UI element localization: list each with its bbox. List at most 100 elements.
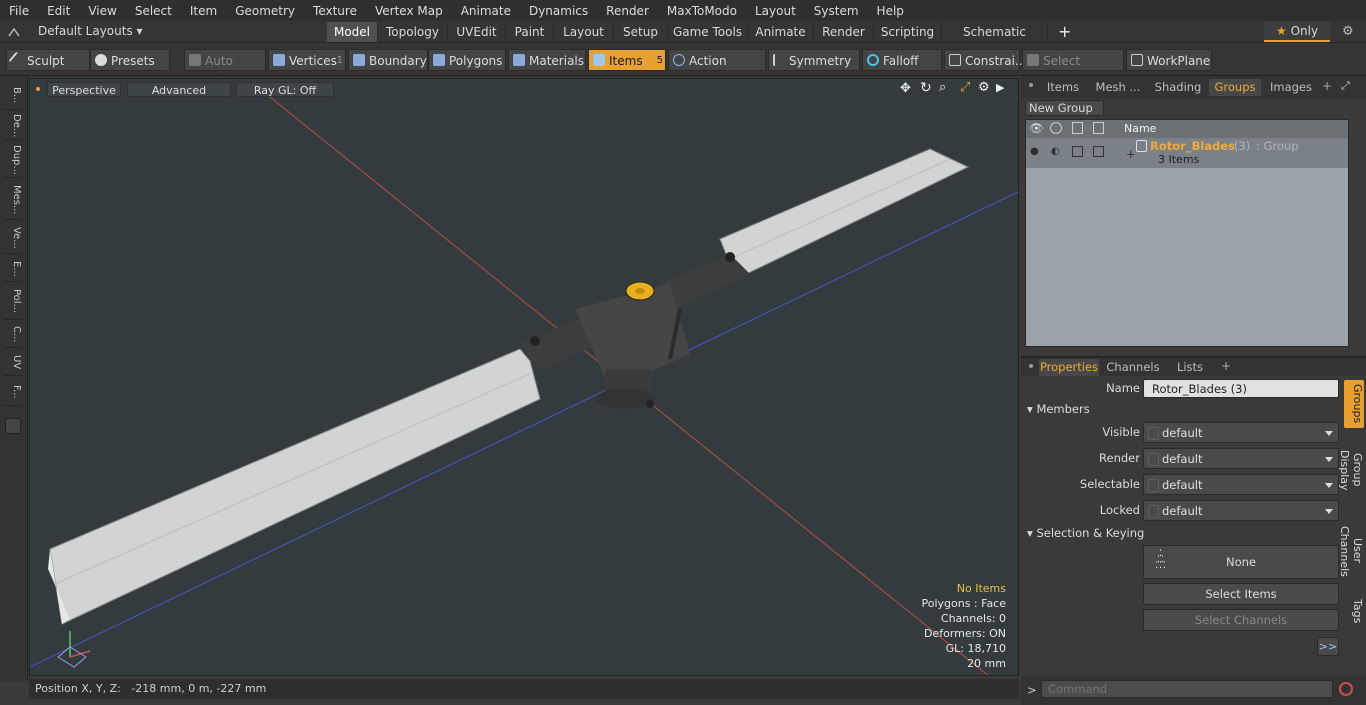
menu-view[interactable]: View [79, 4, 125, 18]
boundary-button[interactable]: Boundary [348, 49, 428, 71]
action-center-button[interactable]: Action Center [668, 49, 766, 90]
selection-keying-section[interactable]: ▾ Selection & Keying [1027, 526, 1337, 544]
menu-select[interactable]: Select [126, 4, 181, 18]
default-layouts-dropdown[interactable]: Default Layouts ▾ [38, 24, 143, 38]
maximize-view-icon[interactable]: ⤢ [960, 80, 970, 95]
menu-dynamics[interactable]: Dynamics [520, 4, 597, 18]
side-tab-user-channels[interactable]: User Channels [1338, 512, 1364, 590]
sculpt-button[interactable]: Sculpt [6, 49, 90, 71]
tab-mesh[interactable]: Mesh ... [1091, 79, 1145, 96]
tab-shading[interactable]: Shading [1151, 79, 1205, 96]
sidebar-tab-duplicate[interactable]: Dup... [4, 142, 22, 178]
menu-edit[interactable]: Edit [38, 4, 79, 18]
sidebar-tab-curve[interactable]: C... [4, 322, 22, 348]
panel-maximize-icon[interactable]: ⤢ [1341, 79, 1350, 93]
selectable-dropdown[interactable]: default [1143, 474, 1339, 495]
add-properties-tab-icon[interactable]: + [1221, 359, 1231, 373]
sidebar-tab-basic[interactable]: B... [4, 82, 22, 110]
tab-animate[interactable]: Animate [748, 22, 814, 42]
select-channels-button[interactable]: Select Channels [1143, 609, 1339, 631]
menu-file[interactable]: File [0, 4, 38, 18]
side-tab-groups[interactable]: Groups [1344, 380, 1364, 428]
raygl-toggle[interactable]: Ray GL: Off [236, 82, 334, 97]
workplane-button[interactable]: WorkPlane [1126, 49, 1212, 71]
tab-items[interactable]: Items [1041, 79, 1085, 96]
tab-groups[interactable]: Groups [1209, 79, 1261, 96]
materials-button[interactable]: Materials [508, 49, 586, 71]
viewport-expand-icon[interactable]: ▶ [996, 81, 1004, 94]
menu-help[interactable]: Help [868, 4, 913, 18]
sidebar-tab-vertex[interactable]: Ve... [4, 222, 22, 254]
sidebar-tab-edge[interactable]: E... [4, 256, 22, 282]
select-through-button[interactable]: Select Through [1022, 49, 1124, 90]
tab-render[interactable]: Render [814, 22, 874, 42]
tab-images[interactable]: Images [1267, 79, 1315, 96]
visible-dropdown[interactable]: default [1143, 422, 1339, 443]
sidebar-tab-deform[interactable]: De... [4, 112, 22, 140]
tab-uvedit[interactable]: UVEdit [448, 22, 506, 42]
tab-layout[interactable]: Layout [554, 22, 614, 42]
sidebar-tab-uv[interactable]: UV [4, 350, 22, 376]
add-panel-tab-icon[interactable]: + [1322, 79, 1332, 93]
tab-setup[interactable]: Setup [614, 22, 668, 42]
menu-texture[interactable]: Texture [304, 4, 366, 18]
side-tab-tags[interactable]: Tags [1344, 594, 1364, 628]
rotate-view-icon[interactable]: ↻ [920, 80, 932, 96]
record-icon[interactable] [1339, 682, 1353, 696]
more-button[interactable]: >> [1317, 637, 1339, 656]
menu-item[interactable]: Item [181, 4, 226, 18]
tab-schematic-fusion[interactable]: Schematic Fusion [942, 22, 1048, 59]
sidebar-tab-fusion[interactable]: F... [4, 378, 22, 406]
row-render-icon[interactable]: ◐ [1051, 146, 1060, 157]
menu-geometry[interactable]: Geometry [226, 4, 304, 18]
items-button[interactable]: Items 5 [588, 49, 666, 71]
render-dropdown[interactable]: default [1143, 448, 1339, 469]
row-visibility-icon[interactable]: ● [1030, 146, 1039, 157]
menu-layout[interactable]: Layout [746, 4, 805, 18]
move-view-icon[interactable]: ✥ [900, 81, 911, 96]
tab-properties[interactable]: Properties [1039, 359, 1099, 376]
menu-animate[interactable]: Animate [452, 4, 520, 18]
falloff-button[interactable]: Falloff [862, 49, 942, 71]
tab-paint[interactable]: Paint [506, 22, 554, 42]
members-section[interactable]: ▾ Members [1027, 402, 1337, 420]
side-tab-group-display[interactable]: Group Display [1338, 432, 1364, 508]
vertices-button[interactable]: Vertices 1 [268, 49, 346, 71]
sidebar-tab-mesh[interactable]: Mes... [4, 180, 22, 220]
panel-menu-icon[interactable] [1029, 83, 1033, 87]
sidebar-expand-icon[interactable] [5, 418, 21, 434]
constraints-button[interactable]: Constrai... [944, 49, 1026, 71]
menu-vertex-map[interactable]: Vertex Map [366, 4, 452, 18]
row-lock-icon[interactable] [1093, 146, 1104, 157]
group-row-rotor-blades[interactable]: ● ◐ + Rotor_Blades (3) : Group 3 Items [1026, 138, 1348, 168]
viewport-menu-icon[interactable] [36, 87, 40, 91]
menu-system[interactable]: System [805, 4, 868, 18]
presets-button[interactable]: Presets [90, 49, 170, 71]
tab-topology[interactable]: Topology [378, 22, 448, 42]
name-field[interactable]: Rotor_Blades (3) [1143, 379, 1339, 398]
symmetry-button[interactable]: Symmetry [768, 49, 860, 71]
add-tab-icon[interactable]: + [1058, 22, 1071, 41]
tab-lists[interactable]: Lists [1167, 359, 1213, 376]
row-select-icon[interactable] [1072, 146, 1083, 157]
expand-icon[interactable]: + [1126, 147, 1136, 161]
collapse-icon[interactable] [8, 26, 20, 37]
tab-channels[interactable]: Channels [1103, 359, 1163, 376]
viewport-settings-icon[interactable]: ⚙ [978, 80, 990, 95]
sidebar-tab-polygon[interactable]: Pol... [4, 284, 22, 320]
advanced-dropdown[interactable]: Advanced [127, 82, 231, 97]
gear-icon[interactable]: ⚙ [1342, 24, 1354, 39]
menu-maxtomodo[interactable]: MaxToModo [658, 4, 746, 18]
keying-none-button[interactable]: ⁚ ⁚⁚ ⁚⁚⁚ None [1143, 545, 1339, 579]
command-input[interactable] [1041, 680, 1333, 698]
tab-game-tools[interactable]: Game Tools [668, 22, 748, 42]
properties-menu-icon[interactable] [1029, 364, 1033, 368]
select-items-button[interactable]: Select Items [1143, 583, 1339, 605]
menu-render[interactable]: Render [597, 4, 658, 18]
tab-scripting[interactable]: Scripting [874, 22, 942, 42]
zoom-view-icon[interactable]: ⌕ [939, 80, 946, 95]
3d-viewport[interactable]: Perspective Advanced Ray GL: Off ✥ ↻ ⌕ ⤢… [29, 78, 1019, 676]
auto-select-button[interactable]: Auto Select [184, 49, 266, 90]
new-group-button[interactable]: New Group [1025, 100, 1104, 116]
perspective-dropdown[interactable]: Perspective [47, 82, 121, 97]
